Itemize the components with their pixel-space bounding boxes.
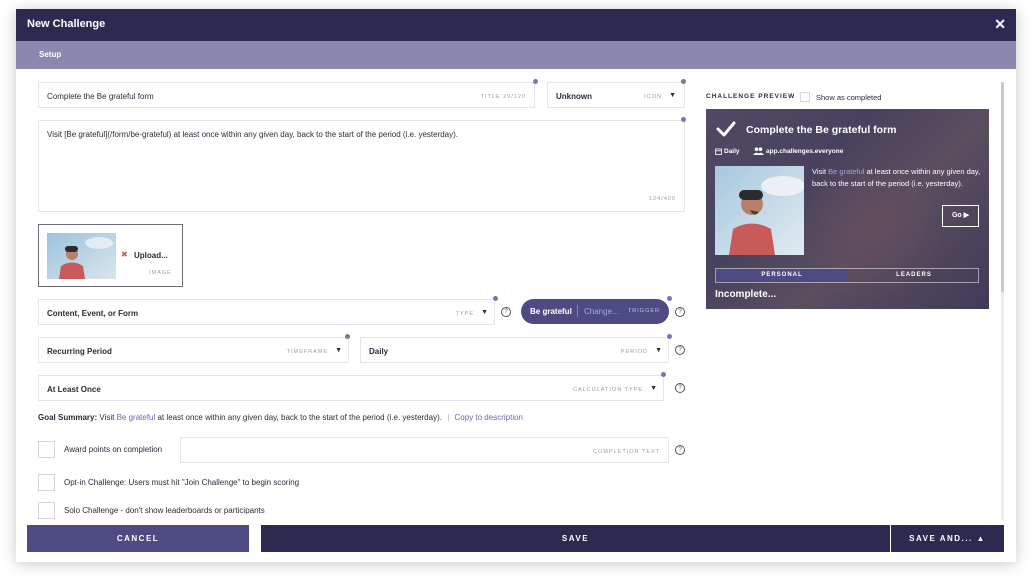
card-status: Incomplete... xyxy=(715,289,777,300)
help-icon[interactable]: ? xyxy=(675,445,685,455)
title-label: TITLE 29/120 xyxy=(480,94,526,100)
calendar-icon xyxy=(715,148,722,155)
users-icon xyxy=(753,147,764,155)
chevron-down-icon: ▼ xyxy=(655,347,662,354)
period-label: PERIOD xyxy=(620,349,648,355)
field-indicator-dot xyxy=(667,296,672,301)
goal-summary: Goal Summary: Visit Be grateful at least… xyxy=(38,413,523,422)
chevron-down-icon: ▼ xyxy=(650,385,657,392)
opt-in-checkbox[interactable] xyxy=(38,474,55,491)
field-indicator-dot xyxy=(493,296,498,301)
card-tabs: PERSONAL LEADERS xyxy=(715,268,979,283)
field-indicator-dot xyxy=(345,334,350,339)
scrollbar[interactable] xyxy=(1001,82,1004,520)
field-indicator-dot xyxy=(681,117,686,122)
goal-summary-link[interactable]: Be grateful xyxy=(117,413,156,422)
cancel-button[interactable]: CANCEL xyxy=(27,525,249,552)
field-indicator-dot xyxy=(533,79,538,84)
card-audience: app.challenges.everyone xyxy=(766,148,844,155)
help-icon[interactable]: ? xyxy=(675,345,685,355)
goal-summary-text: at least once within any given day, back… xyxy=(157,413,442,422)
show-completed-checkbox[interactable] xyxy=(800,92,810,102)
remove-icon[interactable]: ✖ xyxy=(121,250,128,259)
card-image xyxy=(715,166,804,255)
timeframe-select[interactable]: Recurring Period TIMEFRAME ▼ xyxy=(38,337,349,363)
goal-summary-divider: | xyxy=(447,413,450,422)
timeframe-value: Recurring Period xyxy=(47,347,112,356)
show-completed-label: Show as completed xyxy=(816,93,882,102)
description-textarea[interactable]: Visit [Be grateful](/form/be-grateful) a… xyxy=(38,120,685,212)
solo-label: Solo Challenge - don't show leaderboards… xyxy=(64,506,265,515)
challenge-preview-label: CHALLENGE PREVIEW xyxy=(706,93,796,100)
card-period: Daily xyxy=(724,148,740,155)
upload-button[interactable]: Upload... xyxy=(134,251,168,260)
description-counter: 124/400 xyxy=(649,196,676,202)
tab-leaders[interactable]: LEADERS xyxy=(848,269,980,282)
timeframe-label: TIMEFRAME xyxy=(286,349,328,355)
dialog-titlebar: New Challenge ✕ xyxy=(16,9,1016,41)
close-icon[interactable]: ✕ xyxy=(994,16,1006,32)
image-label: IMAGE xyxy=(149,270,172,276)
period-select[interactable]: Daily PERIOD ▼ xyxy=(360,337,669,363)
scrollbar-thumb[interactable] xyxy=(1001,82,1004,292)
icon-value: Unknown xyxy=(556,92,592,101)
description-value: Visit [Be grateful](/form/be-grateful) a… xyxy=(47,130,459,139)
title-field[interactable]: Complete the Be grateful form TITLE 29/1… xyxy=(38,82,535,108)
challenge-preview-card: Complete the Be grateful form Daily app.… xyxy=(706,109,989,309)
tab-setup[interactable]: Setup xyxy=(39,50,61,59)
type-value: Content, Event, or Form xyxy=(47,309,139,318)
dialog-title: New Challenge xyxy=(27,18,106,30)
help-icon[interactable]: ? xyxy=(675,383,685,393)
tab-personal[interactable]: PERSONAL xyxy=(716,269,848,282)
copy-to-description-link[interactable]: Copy to description xyxy=(455,413,523,422)
chevron-down-icon: ▼ xyxy=(669,92,676,99)
checkmark-icon xyxy=(716,121,736,137)
completion-text-label: COMPLETION TEXT xyxy=(593,449,660,455)
title-value: Complete the Be grateful form xyxy=(47,92,154,101)
completion-text-field[interactable]: COMPLETION TEXT xyxy=(180,437,669,463)
field-indicator-dot xyxy=(667,334,672,339)
help-icon[interactable]: ? xyxy=(501,307,511,317)
section-tabs: Setup xyxy=(16,41,1016,69)
image-upload[interactable]: ✖ Upload... IMAGE xyxy=(38,224,183,287)
trigger-value: Be grateful xyxy=(530,307,572,316)
type-label: TYPE xyxy=(455,311,474,317)
card-desc-link[interactable]: Be grateful xyxy=(828,167,864,176)
image-thumbnail xyxy=(47,233,116,279)
icon-label: ICON xyxy=(644,94,662,100)
trigger-pill[interactable]: Be grateful Change... TRIGGER xyxy=(521,299,669,324)
trigger-label: TRIGGER xyxy=(627,308,660,314)
period-value: Daily xyxy=(369,347,389,356)
icon-select[interactable]: Unknown ICON ▼ xyxy=(547,82,685,108)
calculation-value: At Least Once xyxy=(47,385,101,394)
chevron-down-icon: ▼ xyxy=(481,309,488,316)
calculation-label: CALCULATION TYPE xyxy=(573,387,643,393)
goal-summary-prefix: Visit xyxy=(99,413,115,422)
save-and-button[interactable]: SAVE AND... ▲ xyxy=(891,525,1004,552)
card-desc-prefix: Visit xyxy=(812,167,827,176)
card-description: Visit Be grateful at least once within a… xyxy=(812,166,984,189)
new-challenge-dialog: New Challenge ✕ Setup Complete the Be gr… xyxy=(16,9,1016,562)
help-icon[interactable]: ? xyxy=(675,307,685,317)
card-title: Complete the Be grateful form xyxy=(746,124,897,136)
dialog-footer: CANCEL SAVE SAVE AND... ▲ xyxy=(16,525,1016,553)
goal-summary-label: Goal Summary: xyxy=(38,413,98,422)
type-select[interactable]: Content, Event, or Form TYPE ▼ xyxy=(38,299,495,325)
solo-checkbox[interactable] xyxy=(38,502,55,519)
opt-in-label: Opt-in Challenge: Users must hit "Join C… xyxy=(64,478,300,487)
award-points-label: Award points on completion xyxy=(64,445,163,454)
award-points-checkbox[interactable] xyxy=(38,441,55,458)
save-button[interactable]: SAVE xyxy=(261,525,890,552)
go-button[interactable]: Go ▶ xyxy=(942,205,979,227)
calculation-select[interactable]: At Least Once CALCULATION TYPE ▼ xyxy=(38,375,664,401)
trigger-divider xyxy=(577,305,578,317)
field-indicator-dot xyxy=(681,79,686,84)
trigger-change-link[interactable]: Change... xyxy=(584,307,619,316)
chevron-down-icon: ▼ xyxy=(335,347,342,354)
field-indicator-dot xyxy=(661,372,666,377)
